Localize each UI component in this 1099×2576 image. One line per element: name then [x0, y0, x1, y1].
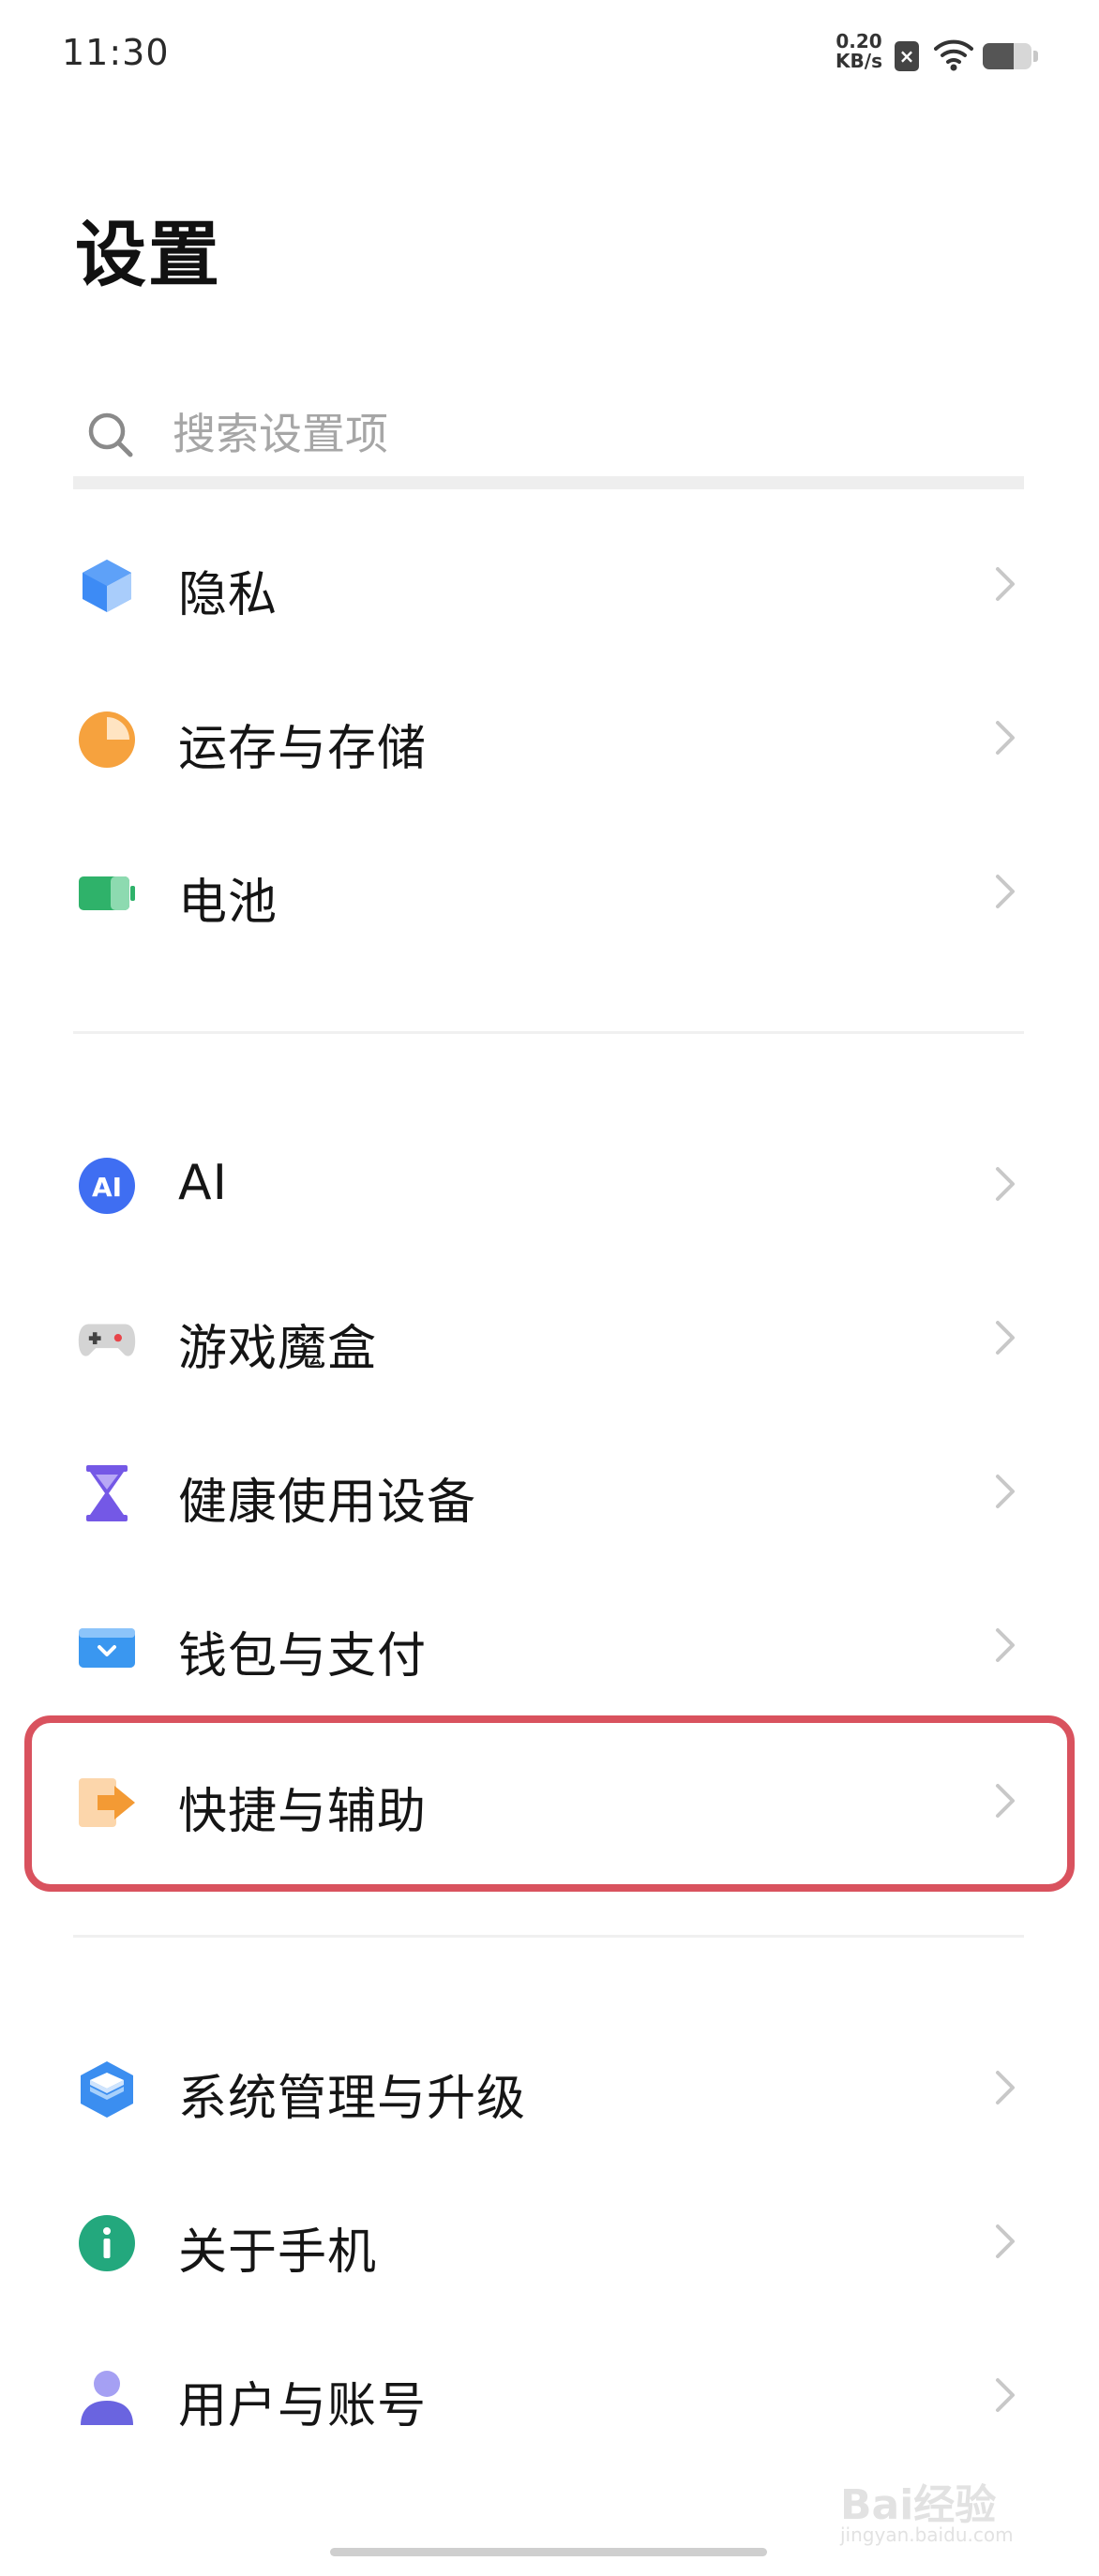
- settings-item-storage[interactable]: 运存与存储: [73, 667, 1030, 808]
- info-icon: [79, 2215, 135, 2271]
- sim-off-icon: ×: [895, 41, 919, 71]
- status-bar: 11:30 0.20 KB/s ×: [0, 0, 1099, 112]
- hourglass-icon: [86, 1465, 128, 1521]
- storage-pie-icon: [79, 711, 135, 768]
- settings-item-label: 游戏魔盒: [178, 1321, 378, 1377]
- search-input[interactable]: [171, 405, 981, 463]
- settings-item-system-update[interactable]: 系统管理与升级: [73, 2017, 1030, 2158]
- search-icon: [88, 412, 133, 457]
- highlight-box: [24, 1715, 1075, 1892]
- settings-item-label: 用户与账号: [178, 2378, 428, 2434]
- settings-item-about-phone[interactable]: 关于手机: [73, 2171, 1030, 2312]
- settings-item-label: AI: [178, 1155, 228, 1211]
- chevron-right-icon: [996, 1475, 1015, 1508]
- status-time: 11:30: [62, 32, 170, 73]
- battery-icon: [983, 43, 1031, 69]
- settings-item-label: 钱包与支付: [178, 1628, 428, 1685]
- settings-item-label: 关于手机: [178, 2224, 378, 2281]
- chevron-right-icon: [996, 567, 1015, 601]
- page-title: 设置: [75, 213, 221, 296]
- settings-item-label: 运存与存储: [178, 721, 428, 777]
- watermark-logo: Bai经验: [840, 2481, 997, 2529]
- settings-item-label: 电池: [178, 875, 279, 931]
- network-speed-value: 0.20: [836, 30, 882, 52]
- svg-text:AI: AI: [92, 1172, 122, 1203]
- network-speed: 0.20 KB/s: [833, 32, 885, 71]
- settings-item-users-accounts[interactable]: 用户与账号: [73, 2325, 1030, 2465]
- chevron-right-icon: [996, 2071, 1015, 2104]
- chevron-right-icon: [996, 1628, 1015, 1662]
- settings-item-battery[interactable]: 电池: [73, 821, 1030, 962]
- battery-icon: [79, 876, 135, 910]
- settings-item-label: 系统管理与升级: [178, 2071, 527, 2127]
- settings-item-label: 健康使用设备: [178, 1475, 477, 1531]
- chevron-right-icon: [996, 2378, 1015, 2412]
- settings-item-digital-wellbeing[interactable]: 健康使用设备: [73, 1421, 1030, 1562]
- chevron-right-icon: [996, 1321, 1015, 1355]
- settings-item-ai[interactable]: AI AI: [73, 1114, 1030, 1254]
- network-speed-unit: KB/s: [836, 50, 882, 72]
- ai-badge-icon: AI: [79, 1158, 135, 1214]
- settings-item-privacy[interactable]: 隐私: [73, 514, 1030, 654]
- search-underline: [73, 476, 1024, 489]
- watermark-url: jingyan.baidu.com: [840, 2524, 1014, 2546]
- wifi-icon: [934, 39, 973, 71]
- user-icon: [81, 2371, 133, 2425]
- search-bar[interactable]: [73, 386, 1024, 489]
- gamepad-icon: [78, 1324, 136, 1356]
- chevron-right-icon: [996, 1167, 1015, 1201]
- chevron-right-icon: [996, 875, 1015, 908]
- section-divider: [73, 1031, 1024, 1034]
- section-divider: [73, 1935, 1024, 1938]
- layers-icon: [81, 2061, 133, 2118]
- home-indicator[interactable]: [330, 2548, 767, 2556]
- settings-item-wallet[interactable]: 钱包与支付: [73, 1575, 1030, 1715]
- settings-item-game-box[interactable]: 游戏魔盒: [73, 1267, 1030, 1408]
- chevron-right-icon: [996, 2224, 1015, 2258]
- chevron-right-icon: [996, 721, 1015, 755]
- wallet-icon: [79, 1628, 135, 1668]
- settings-item-label: 隐私: [178, 567, 279, 623]
- privacy-cube-icon: [83, 560, 131, 612]
